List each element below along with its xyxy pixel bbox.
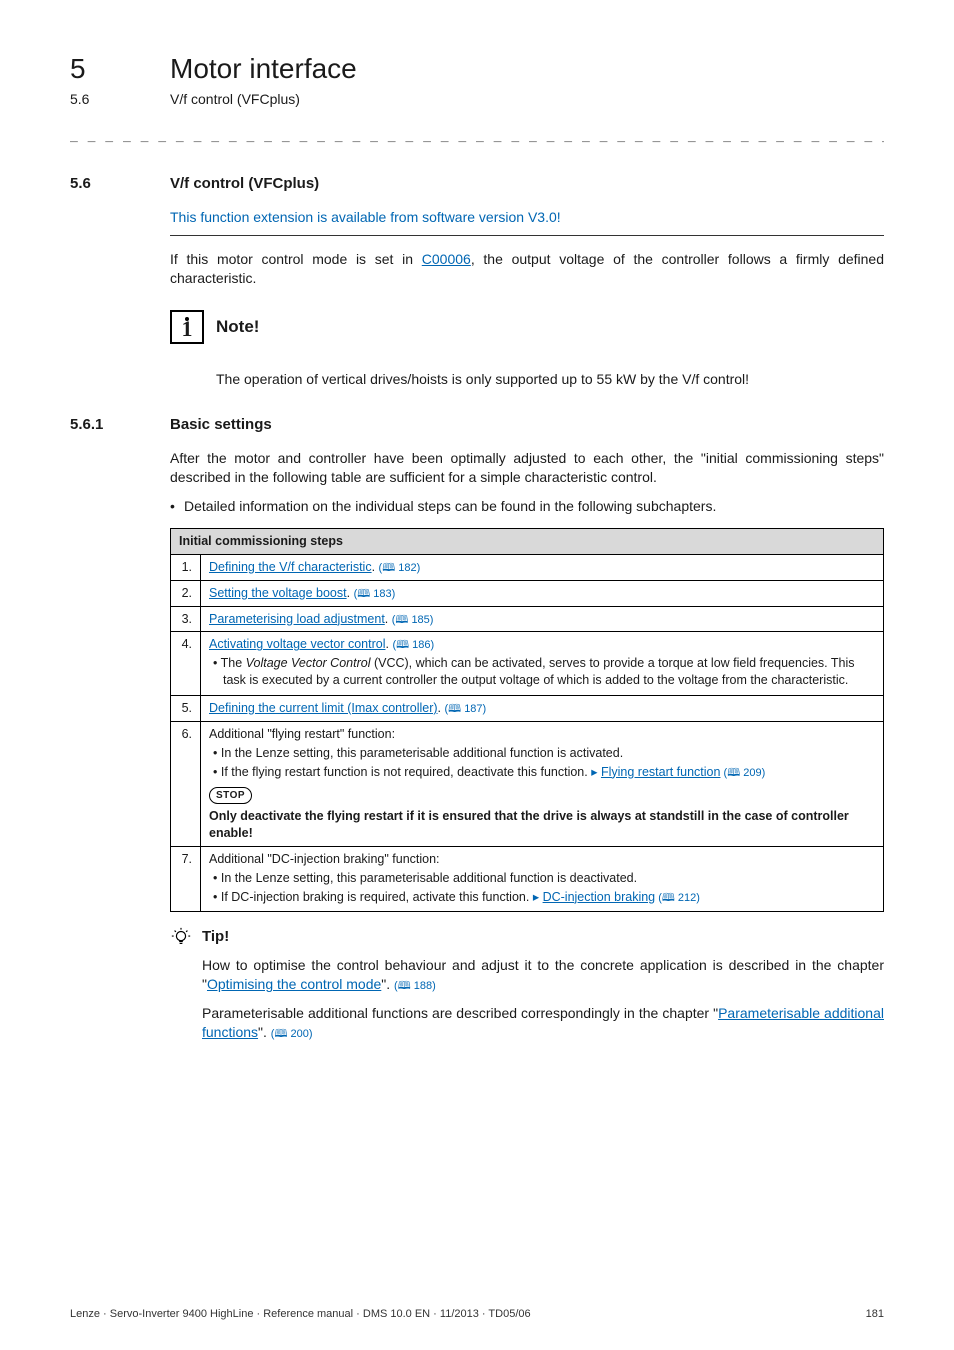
section-5-6-heading: 5.6 V/f control (VFCplus) [70,174,884,194]
page-ref: (🕮 183) [354,588,396,600]
table-row: 2. Setting the voltage boost. (🕮 183) [171,580,884,606]
page-ref: (🕮 212) [655,892,700,904]
table-row: 3. Parameterising load adjustment. (🕮 18… [171,606,884,632]
text: If the flying restart function is not re… [221,765,591,779]
table-row: 4. Activating voltage vector control. (🕮… [171,632,884,696]
section-number: 5.6 [70,174,170,194]
step-cell: Defining the current limit (Imax control… [201,696,884,722]
page-number: 181 [866,1307,884,1322]
table-row: 1. Defining the V/f characteristic. (🕮 1… [171,554,884,580]
text: . [385,612,392,626]
link-c00006[interactable]: C00006 [422,251,471,267]
rule [170,235,884,236]
note-label: Note! [216,316,259,339]
link-step[interactable]: Setting the voltage boost [209,586,347,600]
step-number: 4. [171,632,201,696]
sub-bullet: In the Lenze setting, this parameterisab… [213,870,875,887]
link-dc-injection[interactable]: DC-injection braking [543,890,656,904]
step-cell: Additional "DC-injection braking" functi… [201,846,884,912]
table-row: 7. Additional "DC-injection braking" fun… [171,846,884,912]
page-ref: (🕮 200) [271,1028,313,1040]
link-step[interactable]: Parameterising load adjustment [209,612,385,626]
step-cell: Setting the voltage boost. (🕮 183) [201,580,884,606]
sub-bullet: If the flying restart function is not re… [213,764,875,781]
step-cell: Activating voltage vector control. (🕮 18… [201,632,884,696]
note-box: 1 Note! [170,310,884,344]
link-step[interactable]: Defining the current limit (Imax control… [209,701,438,715]
warning-text: Only deactivate the flying restart if it… [209,808,875,842]
bulb-icon [170,926,192,948]
link-step[interactable]: Activating voltage vector control [209,637,385,651]
page-ref: (🕮 185) [392,614,434,626]
chapter-number: 5 [70,50,170,88]
extension-note: This function extension is available fro… [170,208,884,227]
text: If DC-injection braking is required, act… [221,890,533,904]
step-cell: Parameterising load adjustment. (🕮 185) [201,606,884,632]
tip-row: Tip! [170,926,884,948]
sub-bullet: The Voltage Vector Control (VCC), which … [213,655,875,689]
step-number: 2. [171,580,201,606]
page-ref: (🕮 182) [379,562,421,574]
paragraph: After the motor and controller have been… [170,449,884,487]
arrow-icon: ▸ [591,765,597,779]
note-text: The operation of vertical drives/hoists … [216,370,884,389]
footer: Lenze · Servo-Inverter 9400 HighLine · R… [70,1307,884,1322]
commissioning-steps-table: Initial commissioning steps 1. Defining … [170,528,884,913]
tip-paragraph: How to optimise the control behaviour an… [202,956,884,994]
section-title: Basic settings [170,415,272,435]
text: ". [381,976,394,992]
table-header: Initial commissioning steps [171,528,884,554]
footer-left: Lenze · Servo-Inverter 9400 HighLine · R… [70,1307,531,1322]
italic-text: Voltage Vector Control [246,656,371,670]
link-optimising[interactable]: Optimising the control mode [207,976,381,992]
step-cell: Defining the V/f characteristic. (🕮 182) [201,554,884,580]
text: Parameterisable additional functions are… [202,1005,718,1021]
sub-title: V/f control (VFCplus) [170,90,300,109]
chapter-header: 5 Motor interface [70,50,884,88]
link-flying-restart[interactable]: Flying restart function [601,765,721,779]
link-step[interactable]: Defining the V/f characteristic [209,560,372,574]
info-icon: 1 [170,310,204,344]
step-number: 3. [171,606,201,632]
tip-label: Tip! [202,927,229,947]
section-title: V/f control (VFCplus) [170,174,319,194]
separator-dashes: _ _ _ _ _ _ _ _ _ _ _ _ _ _ _ _ _ _ _ _ … [70,127,884,145]
page-ref: (🕮 187) [445,703,487,715]
text: . [372,560,379,574]
sub-number: 5.6 [70,90,170,109]
sub-header: 5.6 V/f control (VFCplus) [70,90,884,109]
section-number: 5.6.1 [70,415,170,435]
step-number: 6. [171,721,201,846]
text: Additional "DC-injection braking" functi… [209,852,440,866]
page-ref: (🕮 186) [392,639,434,651]
text: The [221,656,246,670]
bullet-item: Detailed information on the individual s… [170,497,884,516]
page-ref: (🕮 209) [720,767,765,779]
step-number: 5. [171,696,201,722]
text: Additional "flying restart" function: [209,727,395,741]
sub-bullet: In the Lenze setting, this parameterisab… [213,745,875,762]
table-row: 5. Defining the current limit (Imax cont… [171,696,884,722]
step-number: 1. [171,554,201,580]
page-ref: (🕮 188) [394,980,436,992]
step-cell: Additional "flying restart" function: In… [201,721,884,846]
chapter-title: Motor interface [170,50,357,88]
text: . [347,586,354,600]
arrow-icon: ▸ [533,890,539,904]
bullet-list: Detailed information on the individual s… [170,497,884,516]
text: . [438,701,445,715]
text: ". [258,1024,271,1040]
text: If this motor control mode is set in [170,251,422,267]
table-row: 6. Additional "flying restart" function:… [171,721,884,846]
step-number: 7. [171,846,201,912]
paragraph: If this motor control mode is set in C00… [170,250,884,288]
sub-bullet: If DC-injection braking is required, act… [213,889,875,906]
section-5-6-1-heading: 5.6.1 Basic settings [70,415,884,435]
stop-badge: STOP [209,787,252,805]
tip-paragraph: Parameterisable additional functions are… [202,1004,884,1042]
